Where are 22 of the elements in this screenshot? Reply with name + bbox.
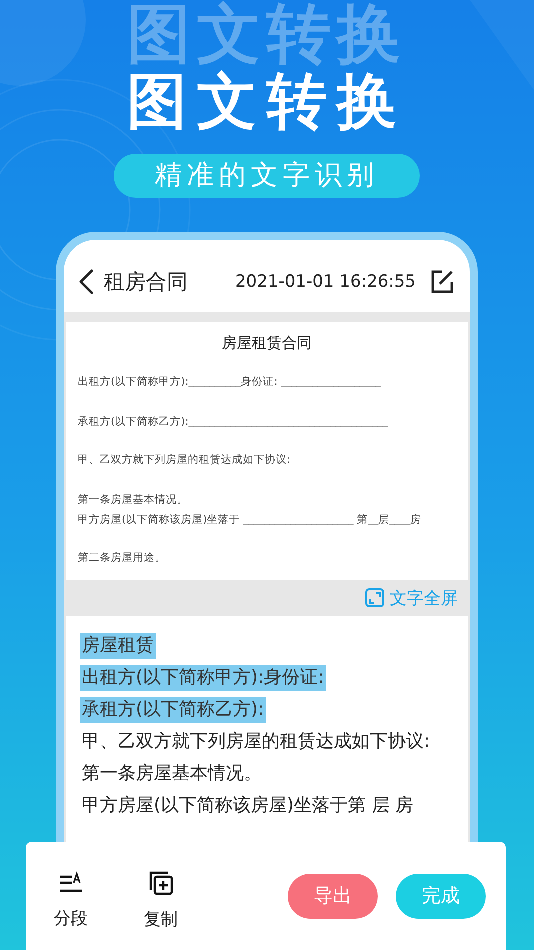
date-time: 2021-01-01 16:26:55: [235, 272, 416, 292]
scan-text-line: 第一条房屋基本情况。: [78, 493, 189, 507]
scan-text-line: 第二条房屋用途。: [78, 551, 167, 565]
edit-icon[interactable]: [430, 270, 454, 294]
scan-text-line: 甲方房屋(以下简称该房屋)坐落于 _____________________ 第__层____房: [78, 513, 423, 527]
recognized-text-line[interactable]: 第一条房屋基本情况。: [80, 761, 264, 787]
copy-icon: [148, 870, 174, 896]
expand-icon: [365, 588, 385, 608]
scan-text-line: 甲、乙双方就下列房屋的租赁达成如下协议:: [78, 453, 292, 467]
headline: 图文转换: [127, 70, 407, 134]
tool-button[interactable]: 复制: [144, 870, 178, 930]
background-title: 图文转换: [127, 2, 407, 68]
scan-text-line: 承租方(以下简称乙方):______________________________________: [78, 415, 390, 429]
recognized-text-line[interactable]: 甲方房屋(以下简称该房屋)坐落于第 层 房: [80, 793, 416, 819]
scan-text-line: 出租方(以下简称甲方):__________身份证: ___________________: [78, 375, 382, 389]
tool-button[interactable]: 分段: [54, 870, 88, 930]
paragraph-icon: [58, 870, 84, 894]
subtitle-badge: 精准的文字识别: [114, 154, 420, 198]
back-icon[interactable]: [78, 269, 94, 295]
document-title: 租房合同: [104, 269, 188, 296]
scan-title: 房屋租赁合同: [221, 334, 313, 353]
recognized-text-line[interactable]: 甲、乙双方就下列房屋的租赁达成如下协议:: [80, 729, 432, 755]
